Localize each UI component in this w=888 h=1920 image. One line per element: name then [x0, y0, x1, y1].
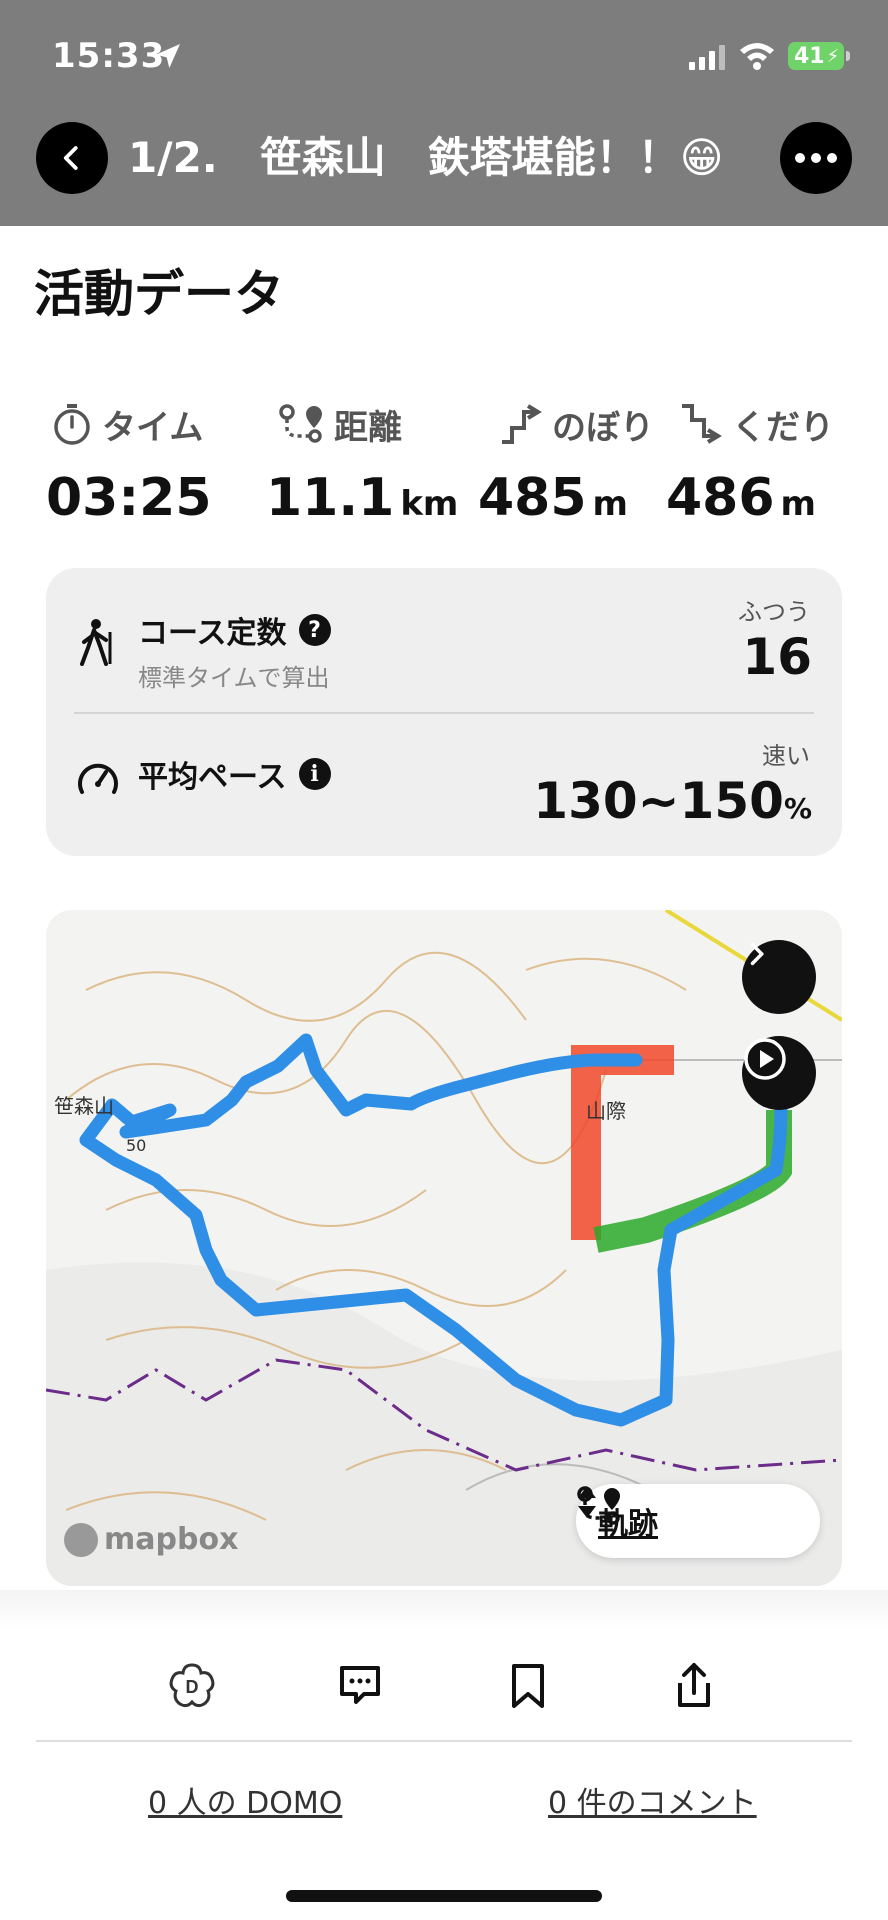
help-icon[interactable]: ?	[298, 614, 331, 646]
speedometer-icon	[78, 763, 118, 794]
map-play-button[interactable]	[742, 1036, 816, 1110]
back-button[interactable]	[36, 122, 108, 194]
stat-time-label-row: タイム	[52, 394, 212, 454]
header-bar: 15:33 41 ⚡ 1/2. 笹森山 鉄塔堪能！！😁	[0, 0, 888, 226]
stat-distance-value: 11.1	[266, 468, 395, 528]
section-title: 活動データ	[34, 265, 284, 323]
stat-descent: くだり 486 m	[666, 394, 834, 534]
stat-descent-value: 486	[666, 468, 775, 528]
bookmark-button[interactable]	[500, 1658, 556, 1714]
sort-updown-icon	[578, 1486, 596, 1518]
stat-distance-label-row: 距離	[278, 394, 458, 454]
average-pace-tag: 速い	[762, 742, 810, 770]
info-icon[interactable]: i	[298, 758, 331, 790]
stat-time-label: タイム	[102, 407, 204, 448]
battery-indicator: 41 ⚡	[788, 42, 844, 70]
course-constant-title-row: コース定数 ?	[138, 608, 331, 652]
stat-time: タイム 03:25	[46, 394, 212, 534]
map-contour-label: 50	[126, 1136, 147, 1155]
location-arrow-icon	[156, 44, 180, 68]
chevron-right-icon	[750, 942, 764, 966]
average-pace-title: 平均ペース	[138, 760, 287, 795]
course-constant-subtitle: 標準タイムで算出	[138, 664, 330, 692]
course-constant-row[interactable]: コース定数 ? 標準タイムで算出 ふつう 16	[46, 568, 842, 708]
stat-ascent-unit: m	[592, 484, 628, 524]
domo-count-link[interactable]: 0 人の DOMO	[148, 1778, 342, 1822]
battery-level: 41	[794, 43, 825, 69]
stats-row: タイム 03:25 距離 11.1 km のぼり 485 m くだり 486 m	[36, 394, 856, 534]
stat-ascent-value-row: 485 m	[478, 468, 654, 528]
stat-ascent-label-row: のぼり	[498, 394, 654, 454]
activity-title: 1/2. 笹森山 鉄塔堪能！！😁	[128, 133, 724, 182]
map-next-button[interactable]	[742, 940, 816, 1014]
stat-distance-unit: km	[400, 484, 459, 524]
stat-time-value-row: 03:25	[46, 468, 212, 528]
map-peak-label: 笹森山	[54, 1094, 114, 1118]
svg-text:D: D	[186, 1677, 199, 1697]
domo-flower-icon: D	[169, 1663, 215, 1708]
ascent-arrow-icon	[502, 404, 542, 444]
route-map[interactable]: 笹森山 50 山際 mapbox 軌跡	[46, 910, 842, 1586]
wifi-icon	[740, 43, 774, 70]
stat-distance-label: 距離	[334, 407, 402, 448]
status-bar: 15:33 41 ⚡	[0, 0, 888, 110]
mapbox-logo-icon	[64, 1522, 98, 1557]
course-info-card: コース定数 ? 標準タイムで算出 ふつう 16 平均ペース i 速い 130~1…	[46, 568, 842, 856]
comment-bubble-icon	[340, 1666, 380, 1704]
stat-ascent-label: のぼり	[552, 407, 654, 448]
stat-distance: 距離 11.1 km	[266, 394, 458, 534]
bottom-separator	[0, 1590, 888, 1630]
stat-descent-value-row: 486 m	[666, 468, 834, 528]
average-pace-unit: %	[783, 792, 812, 825]
share-button[interactable]	[666, 1658, 722, 1714]
stat-descent-unit: m	[780, 484, 816, 524]
average-pace-value-row: 130~150%	[533, 772, 812, 830]
mapbox-attribution-text: mapbox	[104, 1522, 239, 1557]
charging-bolt-icon: ⚡	[826, 45, 840, 67]
more-options-button[interactable]	[780, 122, 852, 194]
cellular-signal-icon	[689, 45, 725, 70]
course-constant-value: 16	[742, 628, 812, 686]
home-indicator[interactable]	[286, 1890, 602, 1902]
average-pace-row[interactable]: 平均ペース i 速い 130~150%	[46, 712, 842, 852]
domo-button[interactable]: D	[164, 1658, 220, 1714]
hiker-icon	[80, 619, 112, 666]
stat-distance-value-row: 11.1 km	[266, 468, 458, 528]
stat-descent-label: くだり	[732, 407, 834, 448]
course-constant-title: コース定数	[138, 616, 287, 651]
battery-cap	[846, 51, 850, 61]
stat-time-value: 03:25	[46, 468, 212, 528]
bookmark-icon	[512, 1664, 544, 1708]
footer-divider	[36, 1740, 852, 1742]
mapbox-attribution[interactable]: mapbox	[64, 1522, 238, 1557]
descent-arrow-icon	[682, 404, 722, 444]
share-icon	[678, 1663, 710, 1707]
play-circle-icon	[744, 1038, 786, 1080]
stopwatch-icon	[54, 404, 90, 445]
course-constant-tag: ふつう	[738, 598, 810, 626]
average-pace-value: 130~150	[533, 772, 784, 830]
stat-ascent-value: 485	[478, 468, 587, 528]
average-pace-title-row: 平均ペース i	[138, 752, 331, 796]
action-bar: D	[0, 1630, 888, 1740]
chevron-left-icon	[63, 146, 78, 170]
clock-time: 15:33	[52, 36, 166, 76]
track-mode-selector[interactable]: 軌跡	[576, 1484, 820, 1558]
comment-button[interactable]	[332, 1658, 388, 1714]
ellipsis-icon	[795, 153, 837, 163]
route-pin-icon	[279, 404, 322, 443]
stat-ascent: のぼり 485 m	[468, 394, 654, 534]
stat-descent-label-row: くだり	[678, 394, 834, 454]
comment-count-link[interactable]: 0 件のコメント	[548, 1778, 757, 1822]
map-place-label: 山際	[586, 1099, 626, 1123]
